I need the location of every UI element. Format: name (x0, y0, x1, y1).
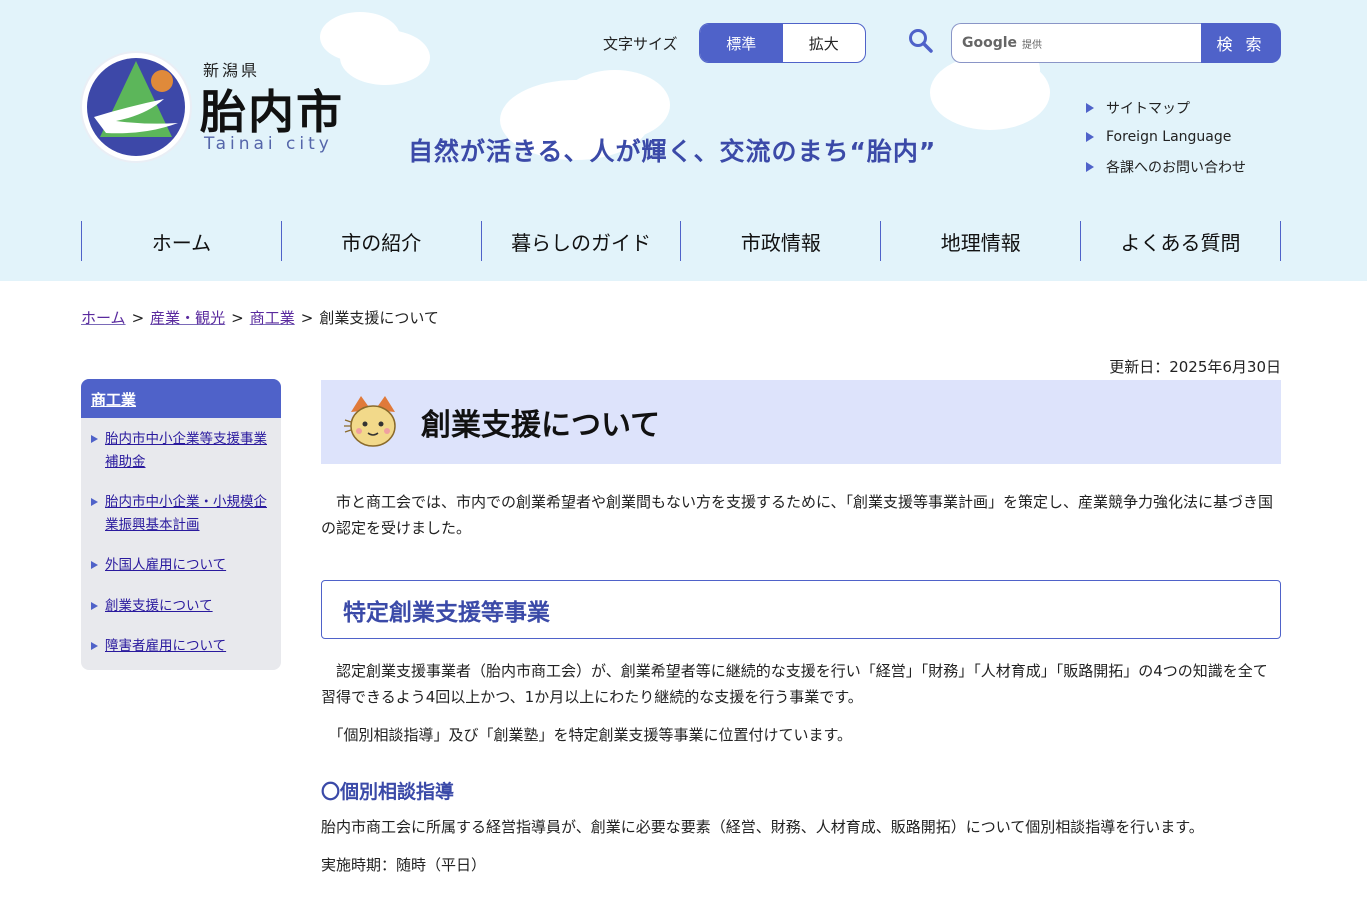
triangle-right-icon (1086, 161, 1094, 172)
triangle-right-icon (91, 642, 98, 650)
sidebar-item-subsidy[interactable]: 胎内市中小企業等支援事業補助金 (91, 428, 271, 473)
font-size-standard-button[interactable]: 標準 (700, 24, 783, 62)
sidebar: 商工業 胎内市中小企業等支援事業補助金 胎内市中小企業・小規模企業振興基本計画 … (81, 379, 281, 670)
breadcrumb-separator: > (231, 309, 244, 327)
schedule-text: 実施時期：随時（平日） (321, 856, 487, 874)
breadcrumb-current: 創業支援について (319, 309, 439, 327)
triangle-right-icon (1086, 102, 1094, 113)
sidebar-item-disability-employment[interactable]: 障害者雇用について (91, 635, 271, 658)
sidebar-item-label: 胎内市中小企業・小規模企業振興基本計画 (105, 494, 267, 533)
sidebar-item-basic-plan[interactable]: 胎内市中小企業・小規模企業振興基本計画 (91, 491, 271, 536)
search-input[interactable]: Google 提供 (951, 23, 1203, 63)
updated-date: 更新日：2025年6月30日 (1109, 358, 1281, 376)
nav-home[interactable]: ホーム (82, 221, 282, 261)
city-name[interactable]: 胎内市 (200, 76, 344, 142)
triangle-right-icon (91, 498, 98, 506)
sitemap-link[interactable]: サイトマップ (1086, 93, 1246, 123)
triangle-right-icon (1086, 132, 1094, 143)
cloud-decoration (340, 30, 430, 85)
subsection-heading: 〇個別相談指導 (321, 781, 455, 803)
sidebar-list: 胎内市中小企業等支援事業補助金 胎内市中小企業・小規模企業振興基本計画 外国人雇… (81, 418, 281, 658)
util-link-label: Foreign Language (1106, 129, 1232, 146)
search-button[interactable]: 検 索 (1201, 23, 1281, 63)
section-heading: 特定創業支援等事業 (321, 580, 1281, 639)
search-icon (909, 29, 933, 53)
google-brand-sub: 提供 (1022, 39, 1043, 51)
breadcrumb-industry[interactable]: 産業・観光 (150, 309, 225, 327)
sidebar-item-label: 創業支援について (105, 597, 213, 614)
section-paragraph: 認定創業支援事業者（胎内市商工会）が、創業希望者等に継続的な支援を行い「経営」「… (321, 662, 1268, 706)
city-emblem-icon (87, 58, 185, 156)
nav-city-admin[interactable]: 市政情報 (681, 221, 882, 261)
city-slogan: 自然が活きる、人が輝く、交流のまち“胎内” (408, 137, 937, 166)
breadcrumb: ホーム > 産業・観光 > 商工業 > 創業支援について (81, 307, 439, 328)
nav-faq[interactable]: よくある質問 (1081, 221, 1281, 261)
utility-links: サイトマップ Foreign Language 各課へのお問い合わせ (1086, 93, 1246, 182)
sidebar-item-startup-support[interactable]: 創業支援について (91, 595, 271, 618)
util-link-label: サイトマップ (1106, 100, 1190, 117)
breadcrumb-commerce[interactable]: 商工業 (250, 309, 295, 327)
sidebar-item-label: 胎内市中小企業等支援事業補助金 (105, 431, 267, 470)
triangle-right-icon (91, 601, 98, 610)
subsection-paragraph: 胎内市商工会に所属する経営指導員が、創業に必要な要素（経営、財務、人材育成、販路… (321, 818, 1204, 836)
foreign-language-link[interactable]: Foreign Language (1086, 123, 1246, 153)
breadcrumb-separator: > (300, 309, 314, 327)
util-link-label: 各課へのお問い合わせ (1106, 159, 1246, 176)
mascot-icon (344, 396, 396, 447)
site-header: 新潟県 胎内市 Tainai city 自然が活きる、人が輝く、交流のまち“胎内… (0, 0, 1367, 281)
global-nav: ホーム 市の紹介 暮らしのガイド 市政情報 地理情報 よくある質問 (81, 221, 1281, 261)
nav-city-intro[interactable]: 市の紹介 (282, 221, 482, 261)
triangle-right-icon (91, 561, 98, 569)
nav-living-guide[interactable]: 暮らしのガイド (482, 221, 682, 261)
sidebar-item-foreign-employment[interactable]: 外国人雇用について (91, 554, 271, 577)
page-title-box: 創業支援について (321, 380, 1281, 464)
nav-geography[interactable]: 地理情報 (881, 221, 1082, 261)
cloud-decoration (560, 70, 670, 140)
font-size-toggle: 標準 拡大 (699, 23, 866, 63)
city-logo[interactable] (82, 53, 190, 161)
city-name-en: Tainai city (204, 134, 333, 154)
intro-paragraph: 市と商工会では、市内での創業希望者や創業間もない方を支援するために、「創業支援等… (321, 493, 1274, 537)
triangle-right-icon (91, 435, 98, 443)
google-brand: Google (962, 35, 1018, 51)
font-size-label: 文字サイズ (603, 35, 678, 53)
sidebar-item-label: 障害者雇用について (105, 638, 227, 654)
sidebar-item-label: 外国人雇用について (105, 557, 227, 573)
sidebar-heading[interactable]: 商工業 (81, 379, 281, 418)
section-paragraph: 「個別相談指導」及び「創業塾」を特定創業支援等事業に位置付けています。 (321, 726, 853, 744)
breadcrumb-home[interactable]: ホーム (81, 309, 126, 327)
font-size-large-button[interactable]: 拡大 (783, 24, 866, 62)
breadcrumb-separator: > (131, 309, 145, 327)
page-title: 創業支援について (421, 408, 661, 443)
contact-link[interactable]: 各課へのお問い合わせ (1086, 152, 1246, 182)
